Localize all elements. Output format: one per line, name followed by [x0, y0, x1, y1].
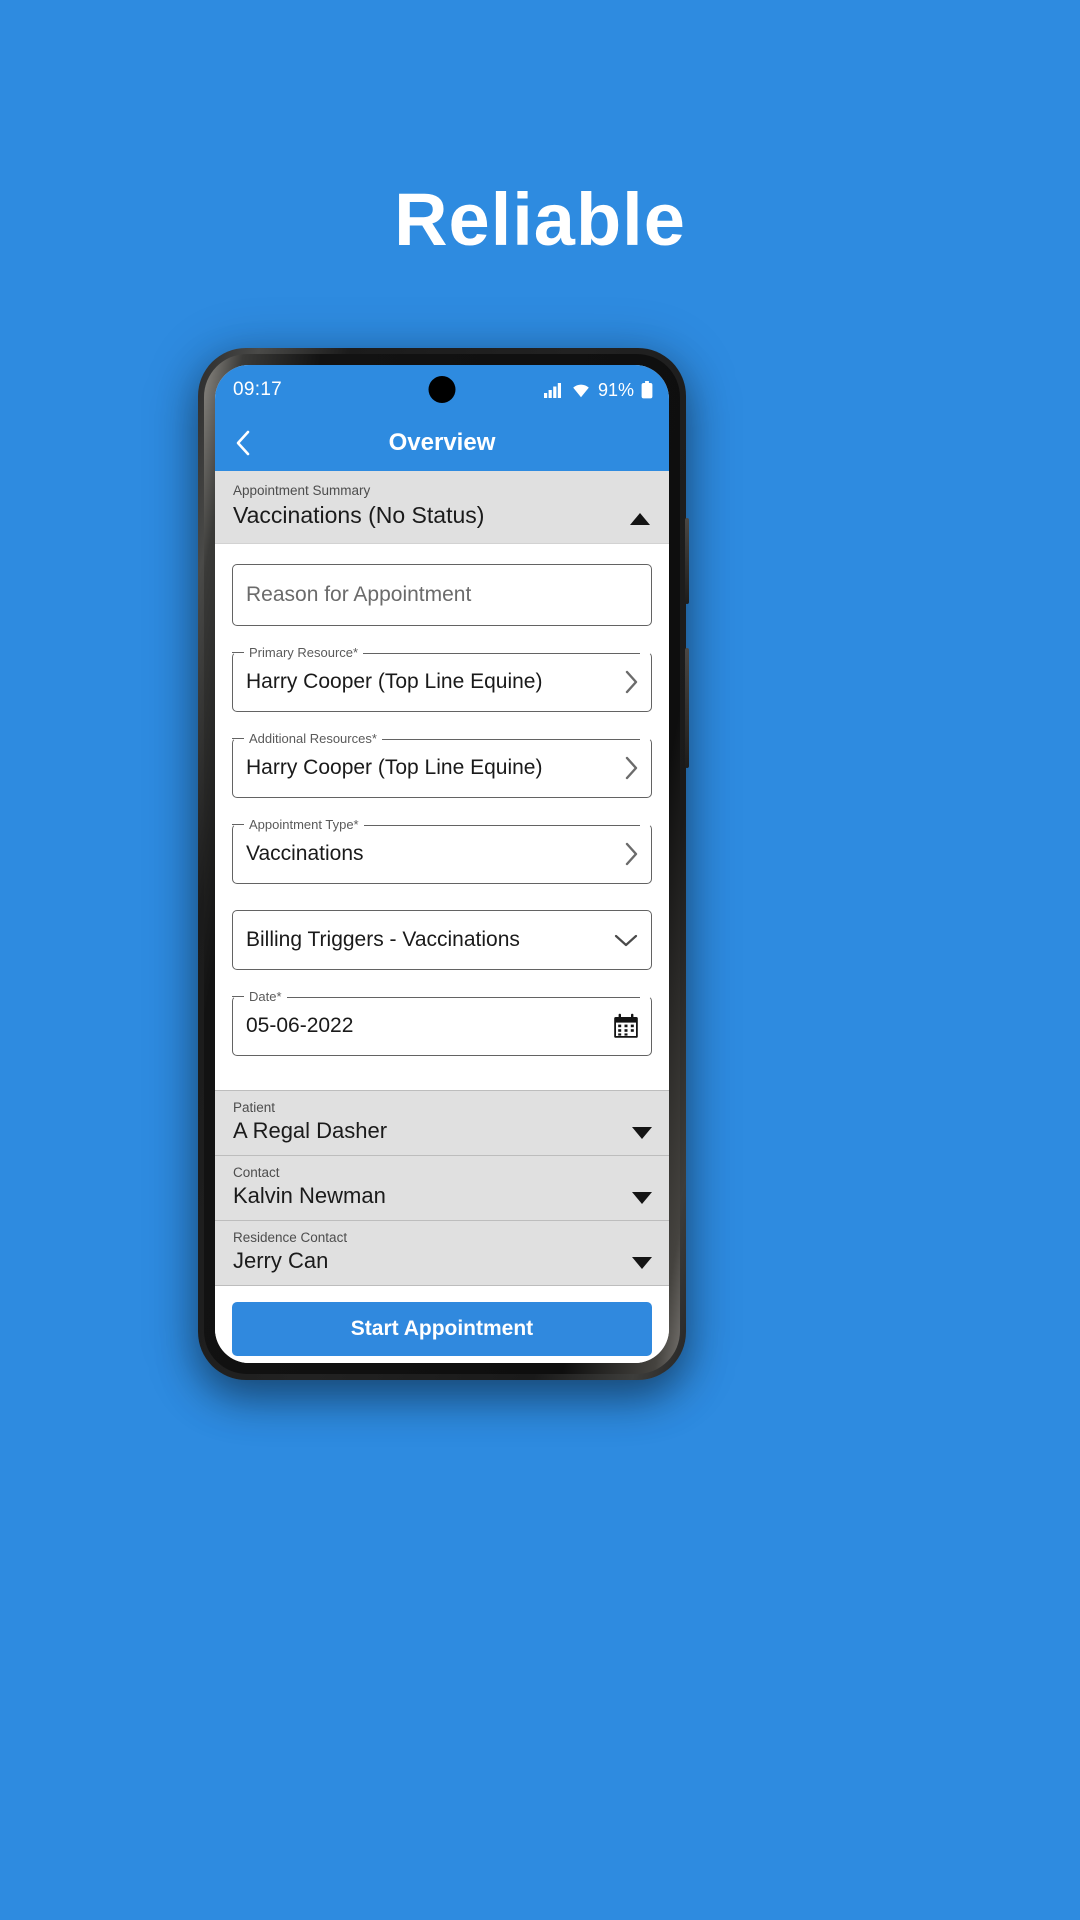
triangle-up-icon[interactable] [629, 512, 651, 526]
additional-resources-field[interactable]: Additional Resources* Harry Cooper (Top … [232, 730, 652, 798]
appointment-type-value: Vaccinations [246, 842, 364, 865]
patient-row[interactable]: Patient A Regal Dasher [215, 1090, 669, 1155]
status-bar: 09:17 91% [215, 365, 669, 415]
volume-button[interactable] [685, 648, 689, 768]
additional-resources-label: Additional Resources* [244, 730, 382, 748]
phone-screen: 09:17 91% Overview Appointment Summary V… [215, 365, 669, 1363]
back-button[interactable] [215, 415, 271, 471]
notch-line [363, 652, 640, 654]
summary-value: Vaccinations (No Status) [233, 502, 485, 528]
billing-triggers-field[interactable]: Billing Triggers - Vaccinations [232, 910, 652, 970]
appointment-type-label: Appointment Type* [244, 816, 364, 834]
additional-resources-value: Harry Cooper (Top Line Equine) [246, 756, 543, 779]
patient-value: A Regal Dasher [233, 1118, 388, 1143]
summary-text-group: Appointment Summary Vaccinations (No Sta… [233, 482, 484, 530]
chevron-left-icon [236, 430, 250, 456]
patient-label: Patient [233, 1100, 276, 1115]
chevron-right-icon[interactable] [623, 841, 639, 867]
primary-resource-value: Harry Cooper (Top Line Equine) [246, 670, 543, 693]
chevron-down-icon[interactable] [613, 932, 639, 948]
contact-text-group: Contact Kalvin Newman [233, 1164, 386, 1210]
battery-percent: 91% [597, 379, 634, 400]
calendar-icon[interactable] [613, 1013, 639, 1039]
caret-down-icon[interactable] [631, 1256, 653, 1270]
chevron-right-icon[interactable] [623, 755, 639, 781]
residence-contact-row[interactable]: Residence Contact Jerry Can [215, 1220, 669, 1286]
wifi-icon [573, 384, 589, 398]
residence-contact-value: Jerry Can [233, 1248, 329, 1273]
date-notch: Date* [244, 988, 640, 1006]
start-appointment-button[interactable]: Start Appointment [232, 1302, 652, 1356]
appointment-type-field[interactable]: Appointment Type* Vaccinations [232, 816, 652, 884]
primary-resource-label: Primary Resource* [244, 644, 364, 662]
residence-contact-text-group: Residence Contact Jerry Can [233, 1229, 347, 1275]
notch-corner [232, 738, 244, 739]
related-records-list: Patient A Regal Dasher Contact Kalvin Ne… [215, 1090, 669, 1286]
reason-for-appointment-value: Reason for Appointment [246, 583, 472, 606]
appointment-form: Reason for Appointment Primary Resource*… [215, 544, 669, 1090]
notch-corner [232, 824, 244, 825]
summary-label: Appointment Summary [233, 483, 371, 498]
primary-resource-field[interactable]: Primary Resource* Harry Cooper (Top Line… [232, 644, 652, 712]
contact-value: Kalvin Newman [233, 1183, 386, 1208]
promo-screenshot: Reliable 09:17 91% Overview Appointment … [0, 0, 1080, 1920]
status-time: 09:17 [233, 379, 283, 400]
notch-corner [232, 996, 244, 997]
appointment-type-notch: Appointment Type* [244, 816, 640, 834]
date-value: 05-06-2022 [246, 1014, 354, 1037]
date-label: Date* [244, 988, 287, 1006]
chevron-right-icon[interactable] [623, 669, 639, 695]
caret-down-icon[interactable] [631, 1191, 653, 1205]
notch-line [381, 738, 640, 740]
page-title: Overview [388, 429, 496, 456]
battery-icon [641, 381, 653, 399]
power-button[interactable] [685, 518, 689, 604]
caret-down-icon[interactable] [631, 1126, 653, 1140]
cta-container: Start Appointment [215, 1286, 669, 1356]
primary-resource-notch: Primary Resource* [244, 644, 640, 662]
residence-contact-label: Residence Contact [233, 1230, 348, 1245]
additional-resources-notch: Additional Resources* [244, 730, 640, 748]
notch-line [286, 996, 640, 998]
reason-for-appointment-field[interactable]: Reason for Appointment [232, 564, 652, 626]
date-field[interactable]: Date* 05-06-2022 [232, 988, 652, 1056]
patient-text-group: Patient A Regal Dasher [233, 1099, 387, 1145]
gesture-bar-container [215, 1356, 669, 1363]
contact-row[interactable]: Contact Kalvin Newman [215, 1155, 669, 1220]
phone-mockup: 09:17 91% Overview Appointment Summary V… [198, 348, 689, 1380]
camera-punch-hole [428, 376, 456, 403]
nav-bar: Overview [215, 415, 669, 471]
page-headline: Reliable [394, 178, 686, 261]
notch-line [363, 824, 640, 826]
billing-triggers-value: Billing Triggers - Vaccinations [246, 928, 520, 951]
status-icons: 91% [543, 379, 653, 401]
notch-corner [232, 652, 244, 653]
signal-bars-icon [543, 383, 561, 398]
contact-label: Contact [233, 1165, 280, 1180]
appointment-summary-header[interactable]: Appointment Summary Vaccinations (No Sta… [215, 471, 669, 544]
